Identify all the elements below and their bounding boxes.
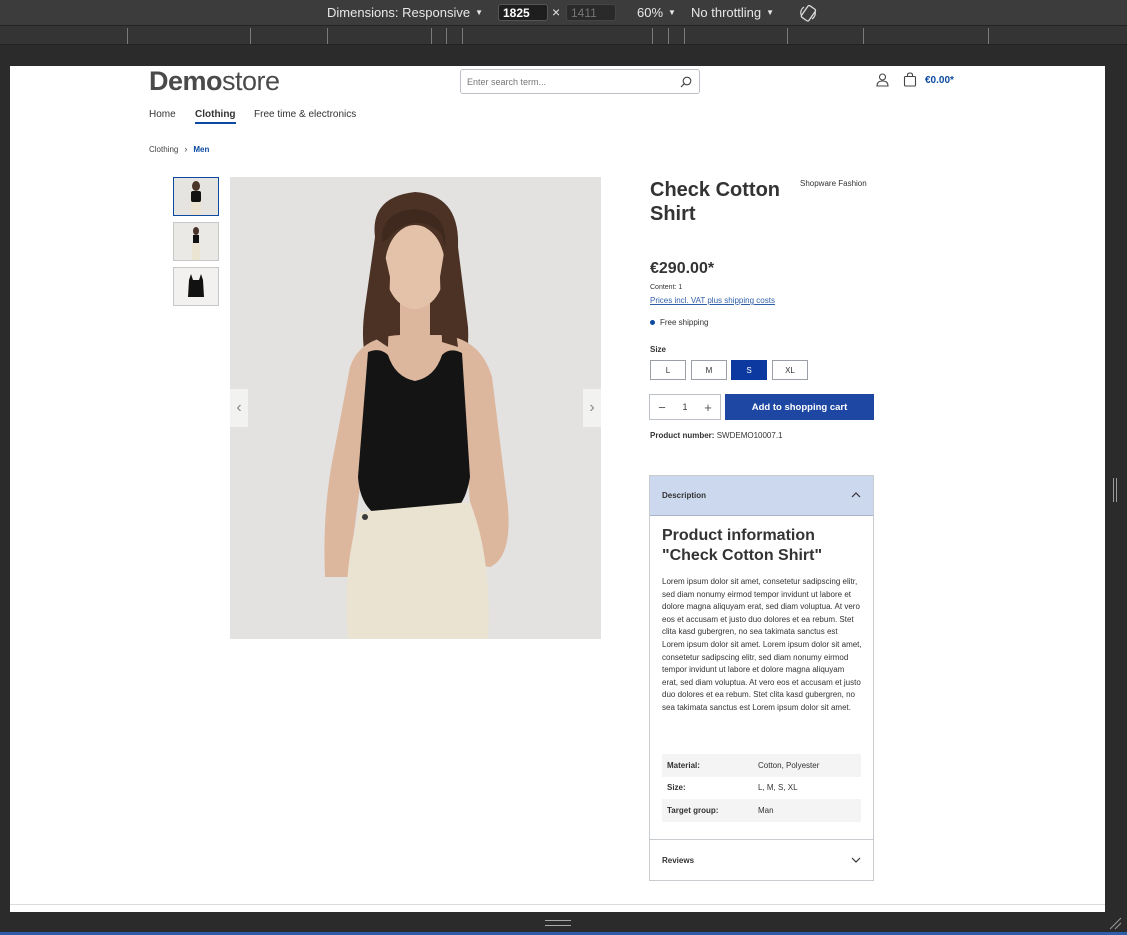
description-header-label: Description bbox=[662, 491, 707, 500]
add-to-cart-button[interactable]: Add to shopping cart bbox=[725, 394, 874, 420]
viewport-resize-handle-bottom[interactable] bbox=[545, 920, 571, 926]
viewport-resize-handle-right[interactable] bbox=[1113, 478, 1119, 502]
search-box bbox=[460, 69, 700, 94]
nav-item-free-time-electronics[interactable]: Free time & electronics bbox=[254, 109, 356, 120]
delivery-status-dot-icon bbox=[650, 320, 655, 325]
chevron-left-icon: ‹ bbox=[236, 399, 242, 416]
quantity-value[interactable]: 1 bbox=[682, 402, 687, 412]
vat-shipping-link[interactable]: Prices incl. VAT plus shipping costs bbox=[650, 296, 775, 305]
chevron-up-icon bbox=[851, 492, 861, 498]
description-title: Product information "Check Cotton Shirt" bbox=[662, 527, 823, 564]
chevron-down-icon bbox=[851, 857, 861, 863]
product-title: Check Cotton Shirt bbox=[650, 179, 780, 225]
shipping-info: Free shipping bbox=[650, 318, 708, 327]
quantity-stepper: − 1 + bbox=[649, 394, 721, 420]
throttling-dropdown[interactable]: No throttling ▼ bbox=[691, 5, 774, 20]
gallery-thumbnail-3[interactable] bbox=[173, 267, 219, 306]
throttling-label: No throttling bbox=[691, 5, 762, 20]
page-viewport: Demostore €0.00* Home Clothing Free time… bbox=[10, 66, 1105, 912]
gallery-thumbnail-2[interactable] bbox=[173, 222, 219, 261]
breadcrumb-item-men[interactable]: Men bbox=[193, 145, 209, 154]
gallery-next-button[interactable]: › bbox=[583, 389, 601, 427]
size-label: Size bbox=[650, 345, 667, 354]
product-image bbox=[230, 177, 601, 639]
size-option-m[interactable]: M bbox=[691, 360, 727, 380]
property-value: Man bbox=[753, 799, 861, 822]
nav-item-home[interactable]: Home bbox=[149, 109, 176, 120]
breadcrumb-item-clothing[interactable]: Clothing bbox=[149, 145, 178, 154]
resize-corner-icon[interactable] bbox=[1108, 916, 1122, 930]
product-content: Content: 1 bbox=[650, 284, 683, 291]
caret-down-icon: ▼ bbox=[668, 8, 676, 17]
table-row: Size: L, M, S, XL bbox=[662, 777, 861, 800]
plus-icon[interactable]: + bbox=[702, 400, 714, 415]
table-row: Material: Cotton, Polyester bbox=[662, 754, 861, 777]
search-icon[interactable] bbox=[680, 76, 692, 88]
shipping-label: Free shipping bbox=[660, 318, 709, 327]
size-option-s[interactable]: S bbox=[731, 360, 767, 380]
table-row: Target group: Man bbox=[662, 799, 861, 822]
dimensions-dropdown[interactable]: Dimensions: Responsive ▼ bbox=[327, 5, 483, 20]
dimension-separator: × bbox=[552, 4, 561, 20]
minus-icon[interactable]: − bbox=[656, 400, 668, 415]
logo-light-text: store bbox=[222, 66, 280, 96]
product-manufacturer[interactable]: Shopware Fashion bbox=[800, 179, 867, 188]
zoom-dropdown[interactable]: 60% ▼ bbox=[637, 5, 676, 20]
product-number: Product number: SWDEMO10007.1 bbox=[650, 431, 783, 440]
page-divider bbox=[10, 904, 1105, 905]
user-icon[interactable] bbox=[876, 73, 889, 87]
height-input[interactable] bbox=[566, 4, 616, 21]
chevron-right-icon: › bbox=[589, 399, 595, 416]
product-number-label: Product number: bbox=[650, 431, 715, 440]
devtools-toolbar: Dimensions: Responsive ▼ × 60% ▼ No thro… bbox=[0, 0, 1127, 25]
search-input[interactable] bbox=[461, 70, 666, 93]
size-option-l[interactable]: L bbox=[650, 360, 686, 380]
gallery-prev-button[interactable]: ‹ bbox=[230, 389, 248, 427]
dimensions-label: Dimensions: Responsive bbox=[327, 5, 471, 20]
description-tab-header[interactable]: Description bbox=[650, 476, 873, 516]
cart-icon[interactable] bbox=[903, 72, 917, 87]
gallery-thumbnail-1[interactable] bbox=[173, 177, 219, 216]
property-value: L, M, S, XL bbox=[758, 783, 798, 793]
property-value: Cotton, Polyester bbox=[753, 754, 861, 777]
size-option-xl[interactable]: XL bbox=[772, 360, 808, 380]
description-accordion: Description Product information "Check C… bbox=[649, 475, 874, 881]
reviews-tab-header[interactable]: Reviews bbox=[650, 839, 873, 880]
zoom-label: 60% bbox=[637, 5, 664, 20]
property-key: Target group: bbox=[662, 799, 753, 822]
properties-table: Material: Cotton, Polyester Size: L, M, … bbox=[662, 754, 861, 822]
media-query-ruler bbox=[0, 25, 1127, 45]
store-logo[interactable]: Demostore bbox=[149, 66, 280, 97]
breadcrumb: Clothing › Men bbox=[149, 144, 209, 154]
product-price: €290.00* bbox=[650, 260, 715, 277]
description-text: Lorem ipsum dolor sit amet, consetetur s… bbox=[662, 577, 862, 712]
product-image-gallery: ‹ › bbox=[230, 177, 601, 639]
property-key: Size: bbox=[667, 783, 686, 793]
product-number-value: SWDEMO10007.1 bbox=[716, 431, 783, 440]
breadcrumb-separator-icon: › bbox=[184, 144, 188, 154]
property-key: Material: bbox=[662, 754, 753, 777]
nav-item-clothing[interactable]: Clothing bbox=[195, 109, 236, 124]
rotate-icon[interactable] bbox=[798, 3, 818, 23]
caret-down-icon: ▼ bbox=[766, 8, 775, 17]
logo-bold-text: Demo bbox=[149, 66, 223, 96]
cart-total[interactable]: €0.00* bbox=[925, 75, 954, 86]
caret-down-icon: ▼ bbox=[475, 8, 483, 17]
reviews-label: Reviews bbox=[662, 855, 695, 865]
width-input[interactable] bbox=[498, 4, 548, 21]
